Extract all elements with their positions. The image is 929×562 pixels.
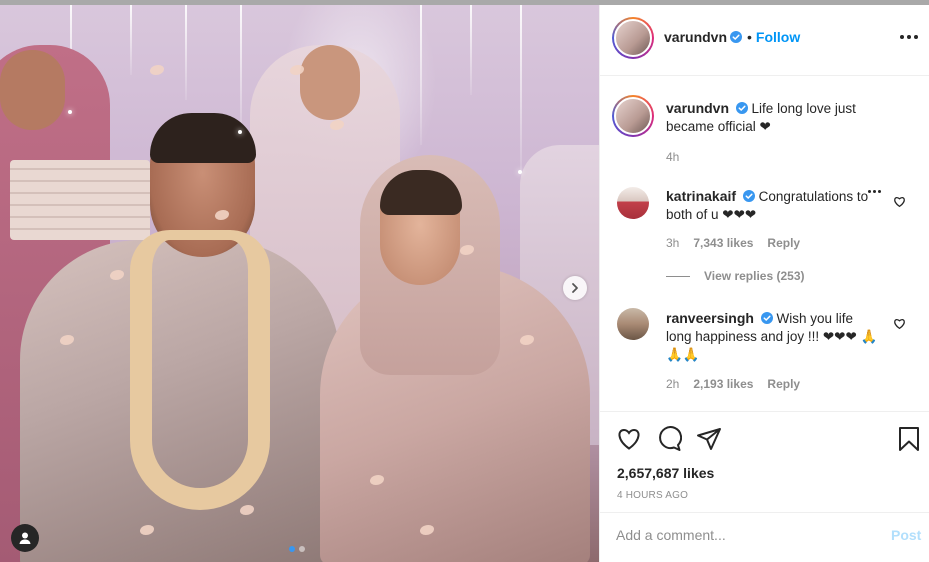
groom-garland xyxy=(130,230,270,510)
caption-time[interactable]: 4h xyxy=(666,150,679,164)
light-dot xyxy=(68,110,72,114)
comment-options-button[interactable] xyxy=(868,190,881,193)
verified-icon xyxy=(735,102,748,114)
more-icon-dot xyxy=(907,35,911,39)
post-header: varundvn • Follow xyxy=(600,5,929,76)
commenter-avatar[interactable] xyxy=(617,187,649,219)
comment-icon[interactable] xyxy=(656,426,682,452)
comments-section: varundvn Life long love just became offi… xyxy=(600,77,929,411)
next-slide-button[interactable] xyxy=(563,276,587,300)
fairy-light xyxy=(470,5,472,95)
post-photo[interactable] xyxy=(0,5,599,562)
fairy-light xyxy=(420,5,422,145)
header-identity: varundvn • Follow xyxy=(664,29,800,45)
share-icon[interactable] xyxy=(696,426,722,452)
caption: varundvn Life long love just became offi… xyxy=(666,99,881,136)
more-icon-dot xyxy=(878,190,881,193)
comment-meta: 2h 2,193 likes Reply xyxy=(666,377,800,391)
view-replies-label: View replies (253) xyxy=(704,269,805,283)
comment-username[interactable]: ranveersingh xyxy=(666,310,754,326)
author-avatar[interactable] xyxy=(612,17,654,59)
verified-icon xyxy=(760,312,773,324)
caption-author-avatar[interactable] xyxy=(612,95,654,137)
more-icon-dot xyxy=(873,190,876,193)
likes-count[interactable]: 2,657,687 likes xyxy=(617,465,714,481)
comment: ranveersingh Wish you life long happines… xyxy=(666,309,881,364)
replies-divider xyxy=(666,275,690,277)
comment-composer: Post xyxy=(600,512,929,562)
verified-icon xyxy=(730,31,743,43)
follow-button[interactable]: Follow xyxy=(756,29,800,45)
post-side-panel: varundvn • Follow varundvn Life long lov… xyxy=(599,5,929,562)
light-dot xyxy=(238,130,242,134)
carousel-indicator xyxy=(289,546,305,552)
carousel-dot-active xyxy=(289,546,295,552)
comment-time[interactable]: 2h xyxy=(666,377,679,391)
caption-avatar-image xyxy=(614,97,652,135)
comment-likes[interactable]: 2,193 likes xyxy=(693,377,753,391)
comment-time[interactable]: 3h xyxy=(666,236,679,250)
carousel-dot xyxy=(299,546,305,552)
petal-basket xyxy=(10,160,150,240)
bookmark-icon[interactable] xyxy=(896,426,922,452)
header-separator: • xyxy=(747,29,752,45)
comment-username[interactable]: katrinakaif xyxy=(666,188,736,204)
guest-left-head xyxy=(0,50,65,130)
more-icon xyxy=(900,35,904,39)
verified-icon xyxy=(742,190,755,202)
commenter-avatar[interactable] xyxy=(617,308,649,340)
comment-like-heart-icon[interactable] xyxy=(893,317,906,330)
more-options-button[interactable] xyxy=(900,35,918,39)
comment: katrinakaif Congratulations to both of u… xyxy=(666,187,881,224)
petal xyxy=(150,65,164,75)
user-tag-icon xyxy=(19,532,31,544)
reply-button[interactable]: Reply xyxy=(767,236,800,250)
fairy-light xyxy=(130,5,132,75)
heart-icon[interactable] xyxy=(616,426,642,452)
light-dot xyxy=(518,170,522,174)
reply-button[interactable]: Reply xyxy=(767,377,800,391)
more-icon xyxy=(868,190,871,193)
author-avatar-image xyxy=(614,19,652,57)
caption-meta: 4h xyxy=(666,150,679,164)
guest-center-head xyxy=(300,45,360,120)
author-username[interactable]: varundvn xyxy=(664,29,727,45)
view-replies-button[interactable]: View replies (253) xyxy=(666,269,805,283)
more-icon-dot xyxy=(914,35,918,39)
caption-username[interactable]: varundvn xyxy=(666,100,729,116)
fairy-light xyxy=(520,5,522,175)
comment-meta: 3h 7,343 likes Reply xyxy=(666,236,800,250)
post-timestamp[interactable]: 4 HOURS AGO xyxy=(617,490,688,501)
fairy-light xyxy=(185,5,187,100)
next-arrow-icon xyxy=(572,283,578,293)
post-actions: 2,657,687 likes 4 HOURS AGO xyxy=(600,411,929,521)
comment-likes[interactable]: 7,343 likes xyxy=(693,236,753,250)
post-comment-button[interactable]: Post xyxy=(891,527,921,543)
tagged-users-button[interactable] xyxy=(11,524,39,552)
comment-input[interactable] xyxy=(616,527,866,543)
comment-like-heart-icon[interactable] xyxy=(893,195,906,208)
fairy-light xyxy=(240,5,242,135)
